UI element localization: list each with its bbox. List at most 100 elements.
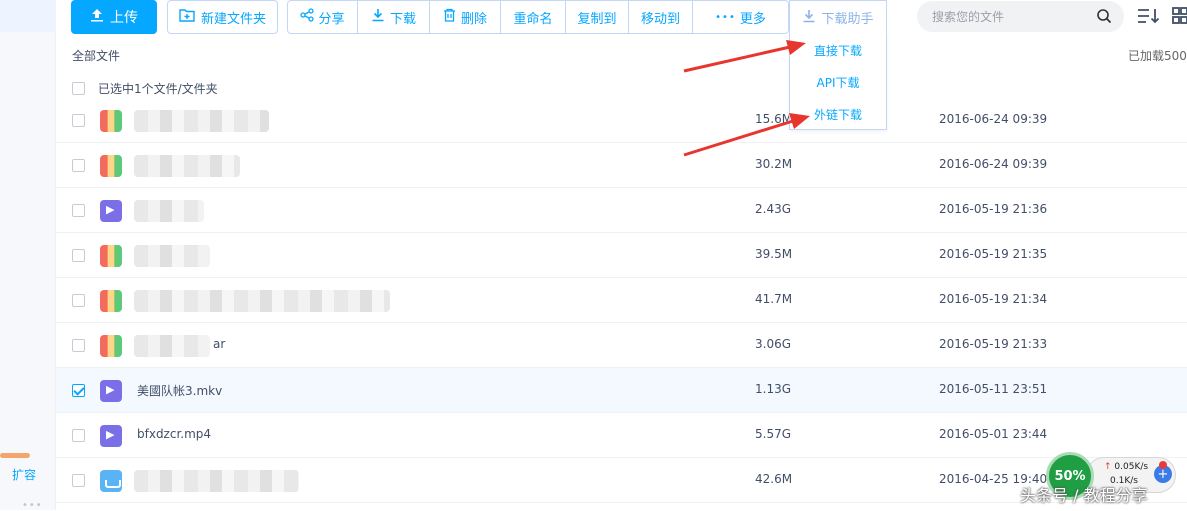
move-to-label: 移动到: [640, 11, 680, 27]
blurred-file-name: [134, 470, 299, 492]
row-checkbox-checked[interactable]: [72, 384, 85, 397]
selection-count-text: 已选中1个文件/文件夹: [98, 81, 218, 96]
breadcrumb[interactable]: 全部文件: [72, 47, 120, 64]
file-name[interactable]: 美國队帐3.mkv: [137, 382, 222, 399]
table-row[interactable]: 42.6M 2016-04-25 19:40: [56, 458, 1187, 503]
download-helper-button[interactable]: 下载助手: [789, 0, 887, 34]
copy-to-button[interactable]: 复制到: [566, 1, 629, 33]
video-file-icon: [100, 425, 122, 447]
table-row[interactable]: 2.43G 2016-05-19 21:36: [56, 188, 1187, 233]
upload-button[interactable]: 上传: [71, 0, 157, 34]
archive-file-icon: [100, 245, 122, 267]
sidebar-more-icon[interactable]: •••: [22, 500, 43, 511]
left-sidebar: 扩容 •••: [0, 0, 56, 511]
blurred-file-name: [134, 110, 269, 132]
download-icon: [371, 8, 385, 26]
download-helper-icon: [802, 9, 816, 27]
select-all-checkbox[interactable]: [72, 81, 85, 95]
expand-storage-link[interactable]: 扩容: [12, 466, 36, 483]
more-label: 更多: [739, 11, 766, 27]
new-folder-button[interactable]: 新建文件夹: [167, 0, 278, 34]
upload-label: 上传: [110, 10, 138, 26]
download-label: 下载: [389, 11, 416, 27]
copy-to-label: 复制到: [577, 11, 617, 27]
file-size: 1.13G: [755, 382, 792, 396]
file-modified-time: 2016-05-19 21:33: [939, 337, 1048, 351]
file-size: 5.57G: [755, 427, 792, 441]
search-icon[interactable]: [1096, 8, 1112, 24]
upload-speed: ↑ 0.05K/s: [1104, 462, 1149, 472]
blurred-file-name: [134, 245, 210, 267]
blurred-file-name: [134, 155, 240, 177]
rename-button[interactable]: 重命名: [501, 1, 566, 33]
row-checkbox[interactable]: [72, 339, 85, 352]
archive-file-icon: [100, 155, 122, 177]
table-row[interactable]: bfxdzcr.mp4 5.57G 2016-05-01 23:44: [56, 413, 1187, 458]
archive-file-icon: [100, 110, 122, 132]
file-modified-time: 2016-05-01 23:44: [939, 427, 1048, 441]
blurred-file-name: [134, 290, 390, 312]
file-name[interactable]: bfxdzcr.mp4: [137, 427, 211, 441]
sidebar-selected-item[interactable]: [0, 0, 56, 32]
menu-item-direct-download[interactable]: 直接下载: [790, 34, 886, 66]
table-row-selected[interactable]: 美國队帐3.mkv 1.13G 2016-05-11 23:51: [56, 368, 1187, 413]
document-file-icon: [100, 470, 122, 492]
table-row[interactable]: 15.6M 2016-06-24 09:39: [56, 98, 1187, 143]
file-size: 3.06G: [755, 337, 792, 351]
grid-view-icon[interactable]: [1172, 7, 1187, 28]
share-label: 分享: [318, 11, 345, 27]
file-size: 30.2M: [755, 157, 793, 171]
move-to-button[interactable]: 移动到: [629, 1, 693, 33]
file-size: 39.5M: [755, 247, 793, 261]
file-modified-time: 2016-06-24 09:39: [939, 112, 1048, 126]
watermark: 头条号 / 教程分享: [1020, 486, 1148, 505]
file-list: 15.6M 2016-06-24 09:39 30.2M 2016-06-24 …: [56, 98, 1187, 503]
table-row[interactable]: 39.5M 2016-05-19 21:35: [56, 233, 1187, 278]
file-modified-time: 2016-05-19 21:35: [939, 247, 1048, 261]
row-checkbox[interactable]: [72, 159, 85, 172]
file-size: 42.6M: [755, 472, 793, 486]
file-size: 41.7M: [755, 292, 793, 306]
new-folder-label: 新建文件夹: [200, 11, 266, 27]
table-row[interactable]: 41.7M 2016-05-19 21:34: [56, 278, 1187, 323]
share-button[interactable]: 分享: [288, 1, 358, 33]
share-icon: [300, 8, 315, 26]
more-button[interactable]: ••• 更多: [693, 1, 788, 33]
download-helper-menu: 直接下载 API下载 外链下载: [789, 33, 887, 130]
file-modified-time: 2016-05-19 21:36: [939, 202, 1048, 216]
file-action-group: 分享 下载 删除 重命名 复制到 移动到 ••• 更多: [287, 0, 789, 34]
search-input[interactable]: [932, 9, 1092, 24]
delete-label: 删除: [460, 11, 487, 27]
file-modified-time: 2016-05-19 21:34: [939, 292, 1048, 306]
delete-button[interactable]: 删除: [430, 1, 501, 33]
download-helper-label: 下载助手: [821, 12, 874, 27]
table-row[interactable]: ar 3.06G 2016-05-19 21:33: [56, 323, 1187, 368]
archive-file-icon: [100, 290, 122, 312]
file-name-tail[interactable]: ar: [213, 337, 225, 351]
loaded-count: 已加载500个: [1128, 49, 1187, 63]
file-modified-time: 2016-05-11 23:51: [939, 382, 1048, 396]
table-row[interactable]: 30.2M 2016-06-24 09:39: [56, 143, 1187, 188]
file-size: 2.43G: [755, 202, 792, 216]
sort-icon[interactable]: [1137, 7, 1161, 28]
menu-item-api-download[interactable]: API下载: [790, 66, 886, 98]
row-checkbox[interactable]: [72, 114, 85, 127]
row-checkbox[interactable]: [72, 294, 85, 307]
row-checkbox[interactable]: [72, 474, 85, 487]
menu-item-link-download[interactable]: 外链下载: [790, 98, 886, 130]
upload-icon: [90, 8, 104, 26]
download-button[interactable]: 下载: [358, 1, 430, 33]
file-modified-time: 2016-06-24 09:39: [939, 157, 1048, 171]
row-checkbox[interactable]: [72, 204, 85, 217]
arrow-to-direct-download: [683, 40, 806, 73]
more-dots-icon: •••: [715, 11, 736, 23]
row-checkbox[interactable]: [72, 249, 85, 262]
archive-file-icon: [100, 335, 122, 357]
video-file-icon: [100, 380, 122, 402]
rename-label: 重命名: [513, 11, 553, 27]
storage-usage-bar: [0, 453, 30, 458]
new-folder-icon: [179, 8, 195, 26]
up-arrow-icon: ↑: [1104, 462, 1115, 472]
video-file-icon: [100, 200, 122, 222]
row-checkbox[interactable]: [72, 429, 85, 442]
